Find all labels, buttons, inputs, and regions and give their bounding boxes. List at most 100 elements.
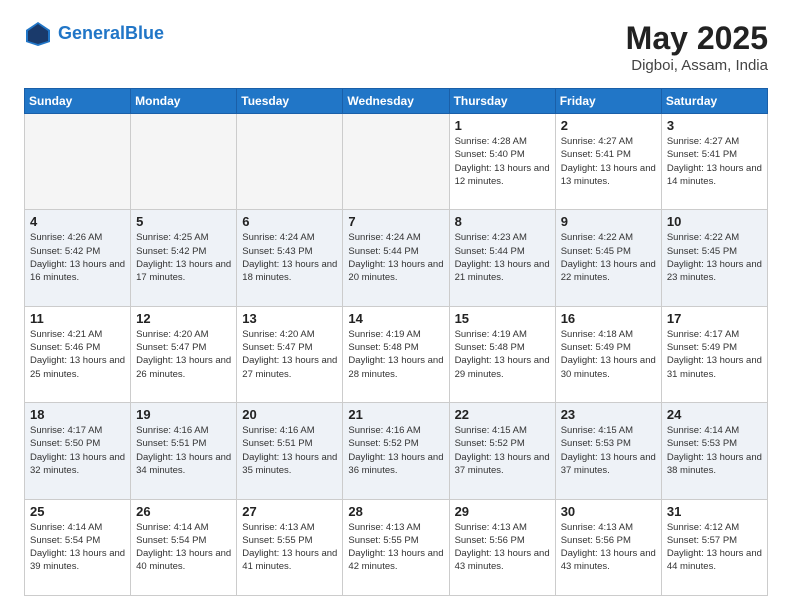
day-number: 26: [136, 504, 231, 519]
table-cell: 15 Sunrise: 4:19 AM Sunset: 5:48 PM Dayli…: [449, 306, 555, 402]
table-cell: 7 Sunrise: 4:24 AM Sunset: 5:44 PM Daylig…: [343, 210, 449, 306]
col-thursday: Thursday: [449, 89, 555, 114]
logo-line2: Blue: [125, 23, 164, 43]
cell-text: Sunrise: 4:16 AM Sunset: 5:52 PM Dayligh…: [348, 424, 443, 477]
cell-text: Sunrise: 4:28 AM Sunset: 5:40 PM Dayligh…: [455, 135, 550, 188]
cell-text: Sunrise: 4:16 AM Sunset: 5:51 PM Dayligh…: [136, 424, 231, 477]
cell-text: Sunrise: 4:15 AM Sunset: 5:52 PM Dayligh…: [455, 424, 550, 477]
day-number: 3: [667, 118, 762, 133]
day-number: 20: [242, 407, 337, 422]
table-cell: 2 Sunrise: 4:27 AM Sunset: 5:41 PM Daylig…: [555, 114, 661, 210]
day-number: 17: [667, 311, 762, 326]
cell-text: Sunrise: 4:12 AM Sunset: 5:57 PM Dayligh…: [667, 521, 762, 574]
table-cell: 19 Sunrise: 4:16 AM Sunset: 5:51 PM Dayli…: [131, 403, 237, 499]
cell-text: Sunrise: 4:13 AM Sunset: 5:55 PM Dayligh…: [348, 521, 443, 574]
table-cell: [237, 114, 343, 210]
table-cell: 12 Sunrise: 4:20 AM Sunset: 5:47 PM Dayli…: [131, 306, 237, 402]
table-cell: 29 Sunrise: 4:13 AM Sunset: 5:56 PM Dayli…: [449, 499, 555, 595]
table-cell: 3 Sunrise: 4:27 AM Sunset: 5:41 PM Daylig…: [661, 114, 767, 210]
header: GeneralBlue May 2025 Digboi, Assam, Indi…: [24, 20, 768, 74]
day-number: 14: [348, 311, 443, 326]
day-number: 25: [30, 504, 125, 519]
table-cell: 6 Sunrise: 4:24 AM Sunset: 5:43 PM Daylig…: [237, 210, 343, 306]
day-number: 27: [242, 504, 337, 519]
day-number: 1: [455, 118, 550, 133]
table-cell: 5Sunrise: 4:25 AM Sunset: 5:42 PM Daylig…: [131, 210, 237, 306]
day-number: 15: [455, 311, 550, 326]
table-cell: 23 Sunrise: 4:15 AM Sunset: 5:53 PM Dayli…: [555, 403, 661, 499]
week-row-2: 4 Sunrise: 4:26 AM Sunset: 5:42 PM Daylig…: [25, 210, 768, 306]
table-cell: [343, 114, 449, 210]
table-cell: 11 Sunrise: 4:21 AM Sunset: 5:46 PM Dayli…: [25, 306, 131, 402]
day-number: 2: [561, 118, 656, 133]
cell-text: Sunrise: 4:17 AM Sunset: 5:50 PM Dayligh…: [30, 424, 125, 477]
day-number: 11: [30, 311, 125, 326]
day-number: 4: [30, 214, 125, 229]
table-cell: 20 Sunrise: 4:16 AM Sunset: 5:51 PM Dayli…: [237, 403, 343, 499]
table-cell: 26Sunrise: 4:14 AM Sunset: 5:54 PM Dayli…: [131, 499, 237, 595]
table-cell: [25, 114, 131, 210]
cell-text: Sunrise: 4:22 AM Sunset: 5:45 PM Dayligh…: [561, 231, 656, 284]
day-number: 7: [348, 214, 443, 229]
day-number: 24: [667, 407, 762, 422]
cell-text: Sunrise: 4:20 AM Sunset: 5:47 PM Dayligh…: [136, 328, 231, 381]
cell-text: Sunrise: 4:27 AM Sunset: 5:41 PM Dayligh…: [667, 135, 762, 188]
cell-text: Sunrise: 4:16 AM Sunset: 5:51 PM Dayligh…: [242, 424, 337, 477]
cell-text: Sunrise: 4:23 AM Sunset: 5:44 PM Dayligh…: [455, 231, 550, 284]
cell-text: Sunrise: 4:13 AM Sunset: 5:55 PM Dayligh…: [242, 521, 337, 574]
main-title: May 2025: [626, 20, 768, 57]
week-row-4: 18 Sunrise: 4:17 AM Sunset: 5:50 PM Dayli…: [25, 403, 768, 499]
day-number: 19: [136, 407, 231, 422]
calendar-table: Sunday Monday Tuesday Wednesday Thursday…: [24, 88, 768, 596]
day-number: 21: [348, 407, 443, 422]
day-number: 18: [30, 407, 125, 422]
cell-text: Sunrise: 4:14 AM Sunset: 5:53 PM Dayligh…: [667, 424, 762, 477]
subtitle: Digboi, Assam, India: [626, 57, 768, 74]
cell-text: Sunrise: 4:24 AM Sunset: 5:43 PM Dayligh…: [242, 231, 337, 284]
logo: GeneralBlue: [24, 20, 164, 48]
day-number: 6: [242, 214, 337, 229]
page: GeneralBlue May 2025 Digboi, Assam, Indi…: [0, 0, 792, 612]
day-number: 31: [667, 504, 762, 519]
table-cell: 10Sunrise: 4:22 AM Sunset: 5:45 PM Dayli…: [661, 210, 767, 306]
table-cell: 22 Sunrise: 4:15 AM Sunset: 5:52 PM Dayli…: [449, 403, 555, 499]
col-friday: Friday: [555, 89, 661, 114]
cell-text: Sunrise: 4:21 AM Sunset: 5:46 PM Dayligh…: [30, 328, 125, 381]
day-number: 10: [667, 214, 762, 229]
col-sunday: Sunday: [25, 89, 131, 114]
col-tuesday: Tuesday: [237, 89, 343, 114]
day-number: 28: [348, 504, 443, 519]
table-cell: 14Sunrise: 4:19 AM Sunset: 5:48 PM Dayli…: [343, 306, 449, 402]
table-cell: 4 Sunrise: 4:26 AM Sunset: 5:42 PM Daylig…: [25, 210, 131, 306]
cell-text: Sunrise: 4:15 AM Sunset: 5:53 PM Dayligh…: [561, 424, 656, 477]
day-number: 12: [136, 311, 231, 326]
table-cell: 27 Sunrise: 4:13 AM Sunset: 5:55 PM Dayli…: [237, 499, 343, 595]
day-number: 22: [455, 407, 550, 422]
day-number: 8: [455, 214, 550, 229]
col-monday: Monday: [131, 89, 237, 114]
day-number: 16: [561, 311, 656, 326]
cell-text: Sunrise: 4:19 AM Sunset: 5:48 PM Dayligh…: [455, 328, 550, 381]
header-row: Sunday Monday Tuesday Wednesday Thursday…: [25, 89, 768, 114]
table-cell: 13Sunrise: 4:20 AM Sunset: 5:47 PM Dayli…: [237, 306, 343, 402]
cell-text: Sunrise: 4:26 AM Sunset: 5:42 PM Dayligh…: [30, 231, 125, 284]
cell-text: Sunrise: 4:27 AM Sunset: 5:41 PM Dayligh…: [561, 135, 656, 188]
week-row-5: 25Sunrise: 4:14 AM Sunset: 5:54 PM Dayli…: [25, 499, 768, 595]
table-cell: 21 Sunrise: 4:16 AM Sunset: 5:52 PM Dayli…: [343, 403, 449, 499]
cell-text: Sunrise: 4:24 AM Sunset: 5:44 PM Dayligh…: [348, 231, 443, 284]
logo-line1: General: [58, 23, 125, 43]
day-number: 13: [242, 311, 337, 326]
cell-text: Sunrise: 4:13 AM Sunset: 5:56 PM Dayligh…: [455, 521, 550, 574]
table-cell: 18 Sunrise: 4:17 AM Sunset: 5:50 PM Dayli…: [25, 403, 131, 499]
table-cell: 25Sunrise: 4:14 AM Sunset: 5:54 PM Dayli…: [25, 499, 131, 595]
day-number: 29: [455, 504, 550, 519]
logo-text: GeneralBlue: [58, 24, 164, 44]
cell-text: Sunrise: 4:18 AM Sunset: 5:49 PM Dayligh…: [561, 328, 656, 381]
day-number: 23: [561, 407, 656, 422]
table-cell: 24 Sunrise: 4:14 AM Sunset: 5:53 PM Dayli…: [661, 403, 767, 499]
week-row-1: 1 Sunrise: 4:28 AM Sunset: 5:40 PM Daylig…: [25, 114, 768, 210]
table-cell: 30Sunrise: 4:13 AM Sunset: 5:56 PM Dayli…: [555, 499, 661, 595]
cell-text: Sunrise: 4:13 AM Sunset: 5:56 PM Dayligh…: [561, 521, 656, 574]
title-block: May 2025 Digboi, Assam, India: [626, 20, 768, 74]
table-cell: 1 Sunrise: 4:28 AM Sunset: 5:40 PM Daylig…: [449, 114, 555, 210]
